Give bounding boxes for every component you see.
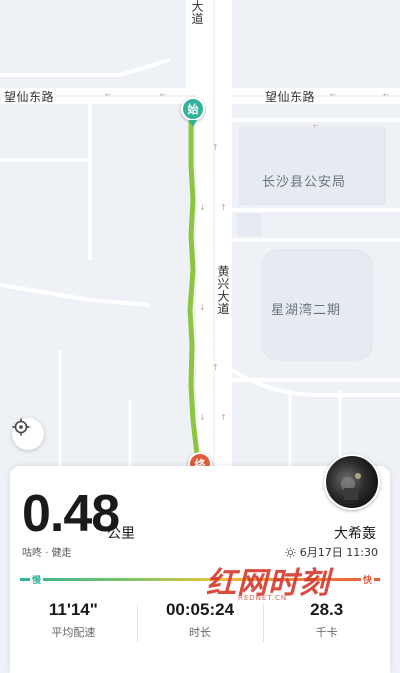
activity-card: 0.48 公里 咕咚 · 健走 大希轰 6月17日 11:30 慢 快 红网时刻… xyxy=(10,454,390,673)
activity-type-label: 咕咚 · 健走 xyxy=(22,548,72,559)
svg-text:←: ← xyxy=(383,91,389,99)
svg-text:←: ← xyxy=(330,91,336,99)
start-marker[interactable]: 始 xyxy=(181,97,205,127)
road-label-wangxian-east: 望仙东路 xyxy=(265,90,316,104)
road-label-wangxian-west: 望仙东路 xyxy=(4,90,55,104)
svg-text:↑: ↑ xyxy=(212,363,219,372)
stats-row: 11'14" 平均配速 00:05:24 时长 28.3 千卡 xyxy=(10,600,390,650)
svg-text:↑: ↑ xyxy=(220,203,227,212)
pace-slow-label: 慢 xyxy=(30,573,44,586)
distance-value: 0.48 xyxy=(22,485,120,543)
sun-icon xyxy=(285,546,296,558)
avatar[interactable] xyxy=(324,454,380,510)
svg-text:←: ← xyxy=(105,91,111,99)
stat-duration: 00:05:24 时长 xyxy=(136,600,264,650)
svg-text:↑: ↑ xyxy=(220,413,227,422)
stat-calories-label: 千卡 xyxy=(315,626,338,639)
crosshair-icon xyxy=(12,418,30,436)
pace-gradient-bar: 慢 快 xyxy=(10,573,390,588)
locate-button[interactable] xyxy=(12,418,44,450)
place-label-police: 长沙县公安局 xyxy=(262,175,347,190)
username: 大希轰 xyxy=(334,526,376,542)
road-label-top: 大道 xyxy=(190,0,204,25)
stat-avg-pace: 11'14" 平均配速 xyxy=(10,600,137,650)
pace-fast-label: 快 xyxy=(360,573,374,586)
stat-avg-pace-label: 平均配速 xyxy=(51,626,96,639)
avatar-image xyxy=(341,473,361,500)
stat-calories-value: 28.3 xyxy=(310,600,344,619)
svg-text:←: ← xyxy=(160,91,166,99)
road-label-huangxing: 黄兴大道 xyxy=(216,265,230,315)
svg-text:↑: ↑ xyxy=(212,143,219,152)
distance-unit: 公里 xyxy=(107,526,135,542)
stat-calories: 28.3 千卡 xyxy=(263,600,390,650)
svg-text:↓: ↓ xyxy=(199,413,206,422)
place-label-residence: 星湖湾二期 xyxy=(271,303,342,318)
stat-duration-value: 00:05:24 xyxy=(165,600,235,619)
stat-avg-pace-value: 11'14" xyxy=(48,600,98,619)
stat-duration-label: 时长 xyxy=(189,626,211,639)
svg-text:←: ← xyxy=(313,122,319,130)
svg-text:↓: ↓ xyxy=(199,203,206,212)
svg-text:↓: ↓ xyxy=(199,303,206,312)
